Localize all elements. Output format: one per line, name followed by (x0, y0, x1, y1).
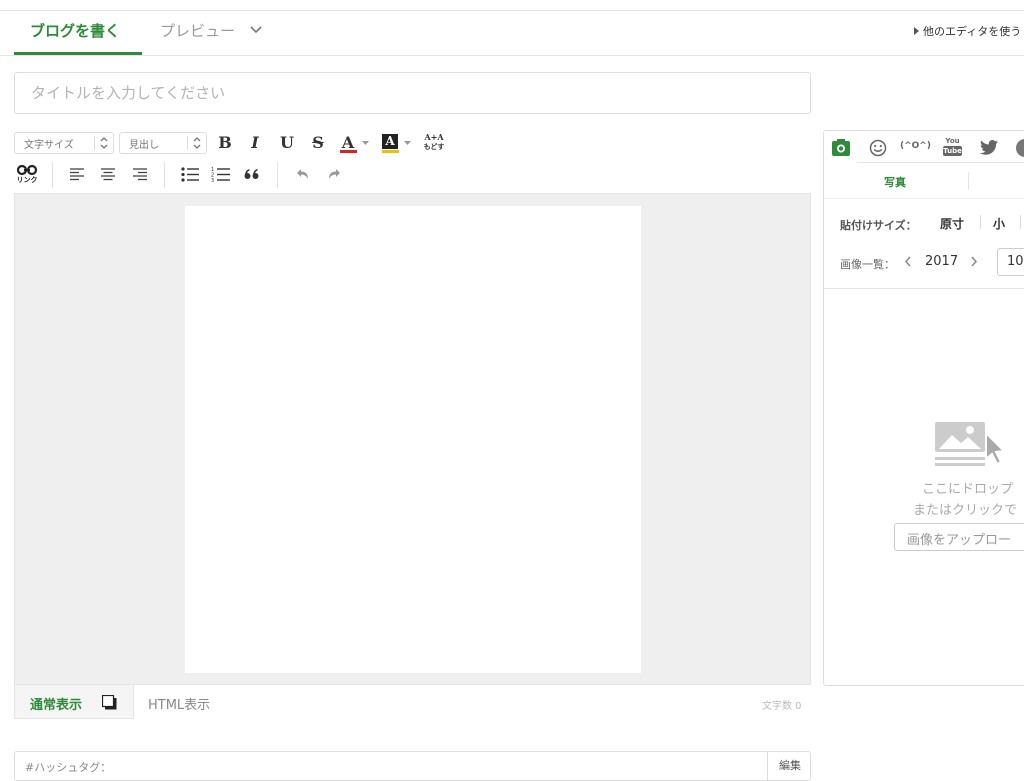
quote-icon[interactable] (244, 169, 260, 180)
strikethrough-button[interactable]: S (309, 133, 327, 152)
reset-format-bottom: もどす (423, 143, 445, 151)
redo-icon[interactable] (327, 168, 341, 180)
hashtag-label: #ハッシュタグ： (25, 761, 112, 774)
image-list-label: 画像一覧： (840, 258, 895, 271)
font-size-select[interactable]: 文字サイズ (14, 132, 114, 154)
bg-color-button[interactable]: A (380, 131, 414, 155)
bg-color-glyph: A (385, 134, 395, 148)
tab-write[interactable]: ブログを書く (30, 20, 120, 41)
year-value: 2017 (925, 254, 959, 269)
panel-divider (824, 288, 1024, 289)
reset-format-button[interactable]: A+A もどす (421, 133, 447, 155)
paste-size-label: 貼付けサイズ： (840, 219, 917, 232)
bullet-list-icon[interactable] (181, 167, 199, 182)
italic-button[interactable]: I (246, 133, 264, 152)
text-color-swatch (340, 150, 357, 153)
image-upload-icon (935, 422, 1007, 466)
dropdown-caret-icon (404, 141, 411, 145)
other-editor-label: 他のエディタを使う (923, 25, 1022, 38)
toolbar-divider (164, 162, 165, 188)
other-editor-link[interactable]: 他のエディタを使う (914, 23, 1021, 39)
subtab-divider (968, 172, 969, 190)
bg-color-swatch (382, 150, 399, 153)
editor-body[interactable] (185, 206, 641, 673)
updown-icon (187, 136, 206, 150)
size-divider (980, 215, 981, 229)
drop-hint-line2: またはクリックで (913, 503, 1018, 518)
caret-right-icon (914, 27, 919, 35)
underline-button[interactable]: U (278, 133, 296, 152)
tabbar-divider (0, 55, 1024, 56)
align-right-icon[interactable] (133, 168, 147, 181)
link-button[interactable]: リンク (14, 164, 40, 186)
text-color-button[interactable]: A (338, 131, 372, 155)
mode-html-tab[interactable]: HTML表示 (148, 694, 210, 713)
hashtag-edit-button[interactable]: 編集 (767, 752, 812, 780)
fullscreen-icon[interactable] (102, 695, 117, 710)
subtab-photo[interactable]: 写真 (884, 174, 906, 190)
chevron-left-icon[interactable] (904, 256, 912, 267)
kaomoji-tab[interactable]: (^O^) (900, 141, 931, 151)
drop-hint-line1: ここにドロップ (922, 482, 1014, 497)
side-tab-divider (857, 162, 1024, 163)
toolbar-divider (52, 162, 53, 188)
side-panel (823, 130, 1024, 686)
top-border (0, 10, 1024, 11)
heading-select-label: 見出し (129, 139, 159, 151)
char-count: 文字数 0 (762, 701, 802, 712)
dropdown-caret-icon (362, 141, 369, 145)
youtube-bottom: Tube (943, 146, 962, 156)
upload-image-button[interactable]: 画像をアップロー (894, 523, 1024, 551)
undo-icon[interactable] (296, 168, 310, 180)
align-center-icon[interactable] (101, 168, 115, 181)
align-left-icon[interactable] (70, 168, 84, 181)
emoji-icon[interactable] (869, 139, 887, 157)
panel-divider (824, 198, 1024, 199)
size-small-option[interactable]: 小 (993, 215, 1005, 232)
toolbar-divider (277, 162, 278, 188)
link-label: リンク (16, 176, 38, 184)
font-size-select-label: 文字サイズ (24, 139, 74, 151)
bold-button[interactable]: B (216, 133, 234, 152)
chevron-right-icon[interactable] (970, 256, 978, 267)
tab-preview[interactable]: プレビュー (160, 20, 235, 41)
size-original-option[interactable]: 原寸 (940, 215, 964, 232)
chevron-down-icon[interactable] (249, 22, 263, 36)
youtube-icon[interactable]: You Tube (942, 137, 963, 158)
size-divider (1020, 215, 1021, 229)
numbered-list-icon[interactable]: 123 (211, 166, 230, 182)
month-select[interactable]: 10 (997, 248, 1024, 276)
title-input[interactable] (14, 72, 811, 114)
updown-icon (94, 136, 113, 150)
twitter-icon[interactable] (980, 140, 998, 155)
reset-format-top: A+A (424, 132, 444, 142)
camera-icon[interactable] (832, 139, 850, 156)
mode-normal-label: 通常表示 (30, 698, 83, 713)
youtube-top: You (945, 137, 960, 145)
heading-select[interactable]: 見出し (119, 132, 207, 154)
svg-text:3: 3 (211, 178, 214, 182)
